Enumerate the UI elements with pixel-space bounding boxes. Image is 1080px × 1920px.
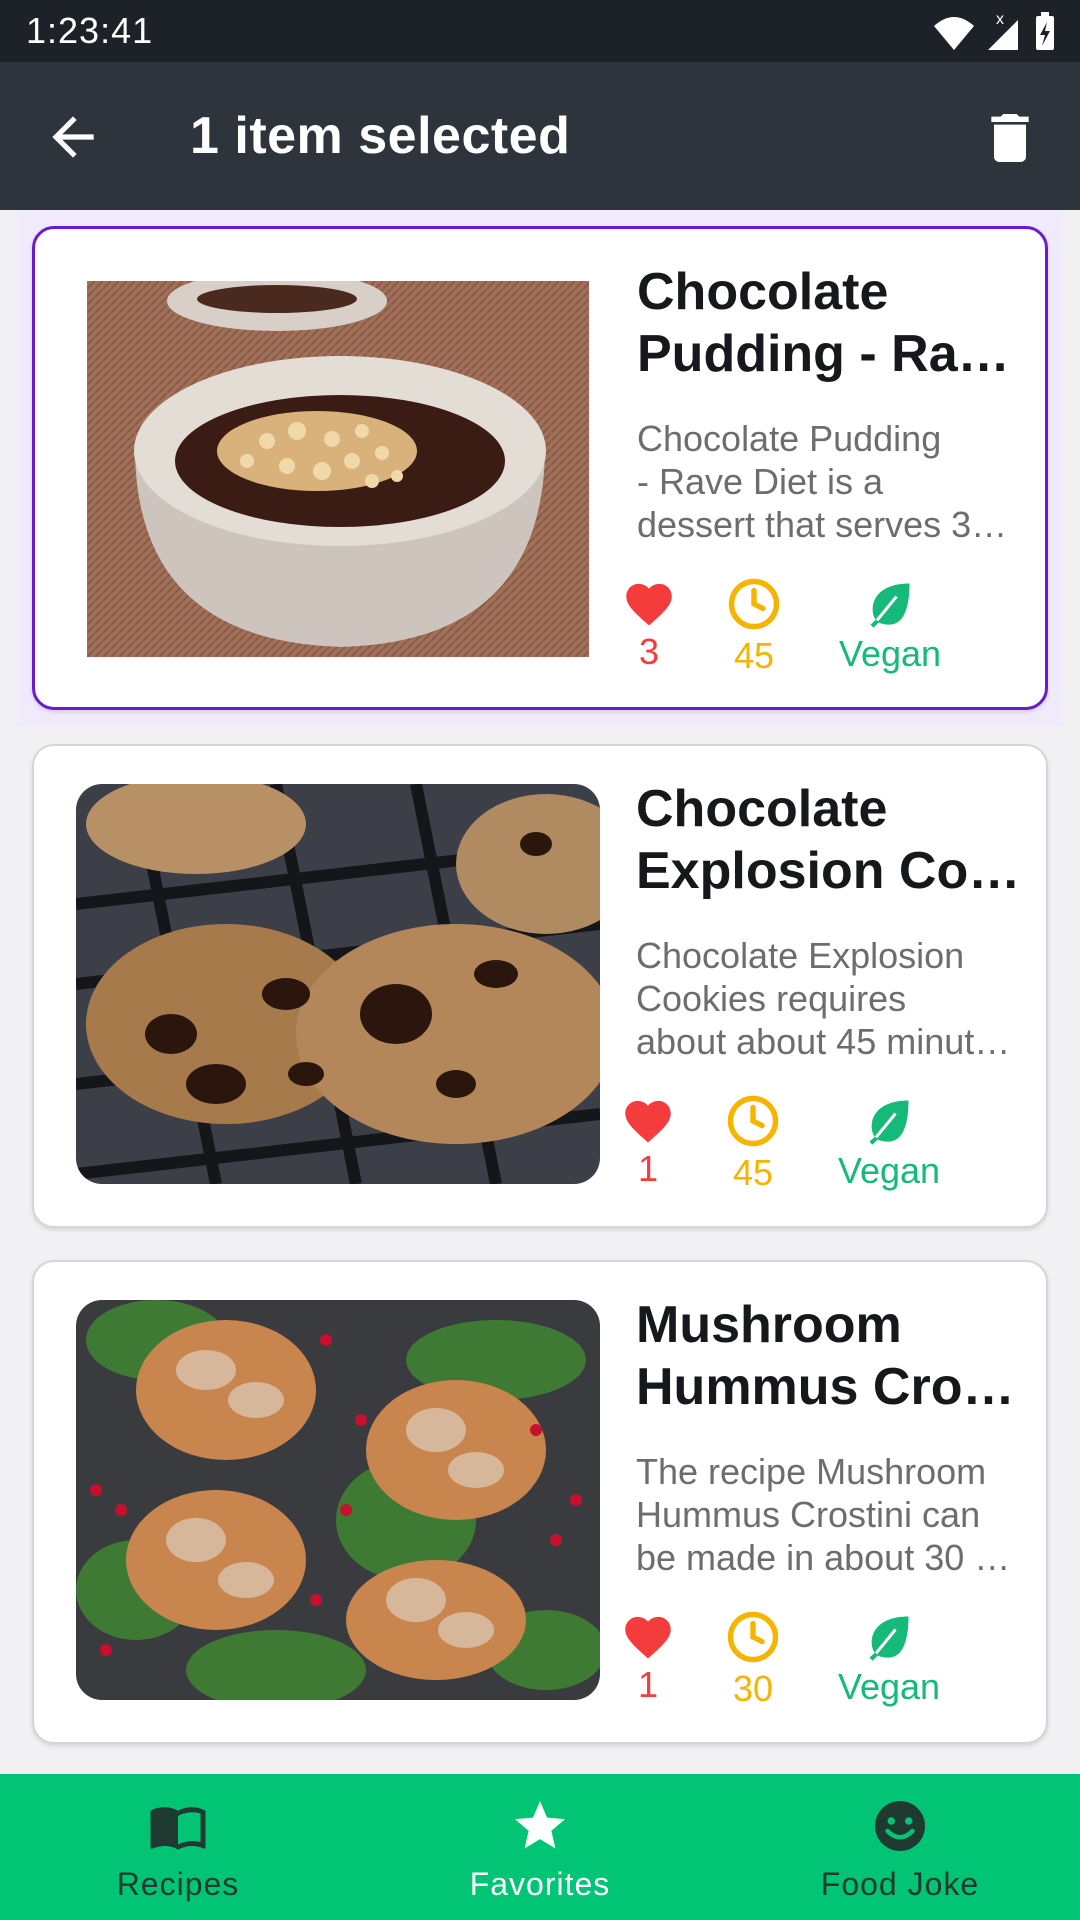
selection-count-title: 1 item selected <box>190 107 571 165</box>
diet-label: Vegan <box>838 633 942 674</box>
vegan-stat: Vegan <box>824 1610 954 1708</box>
recipe-title: Chocolate Explosion Co… <box>636 780 1021 900</box>
nav-label: Favorites <box>469 1866 611 1902</box>
book-icon <box>150 1807 206 1850</box>
time-stat: 45 <box>709 577 799 677</box>
minutes-count: 45 <box>732 1152 774 1193</box>
diet-label: Vegan <box>837 1666 941 1707</box>
status-icons: x <box>934 11 1054 50</box>
vegan-stat: Vegan <box>824 1094 954 1192</box>
recipe-image <box>76 784 600 1184</box>
nav-item-food-joke[interactable]: Food Joke <box>750 1774 1050 1920</box>
likes-stat: 1 <box>618 1094 678 1190</box>
recipe-title: Chocolate Pudding - Rav… <box>637 263 1037 383</box>
delete-icon[interactable] <box>978 106 1042 170</box>
minutes-count: 30 <box>732 1668 774 1709</box>
recipe-summary: Chocolate Explosion Cookies requires abo… <box>636 935 1011 1062</box>
recipe-image <box>76 1300 600 1700</box>
svg-text:x: x <box>996 11 1004 28</box>
battery-charging-icon <box>1036 12 1054 50</box>
bottom-navigation: Recipes Favorites Food Joke <box>0 1774 1080 1920</box>
clock-icon <box>727 1095 779 1147</box>
clock-icon <box>727 1611 779 1663</box>
nav-item-favorites[interactable]: Favorites <box>390 1774 690 1920</box>
recipe-title: Mushroom Hummus Cros… <box>636 1296 1036 1416</box>
recipe-image <box>87 281 589 657</box>
likes-count: 1 <box>637 1148 659 1189</box>
heart-icon <box>625 1616 671 1659</box>
diet-label: Vegan <box>837 1150 941 1191</box>
recipe-card-mushroom-hummus-crostini[interactable]: Mushroom Hummus Cros… The recipe Mushroo… <box>32 1260 1048 1744</box>
likes-stat: 1 <box>618 1610 678 1706</box>
smiley-icon <box>875 1801 925 1851</box>
leaf-icon <box>869 1100 909 1145</box>
wifi-icon <box>934 17 974 50</box>
status-bar: 1:23:41 x <box>0 0 1080 62</box>
likes-stat: 3 <box>619 577 679 673</box>
leaf-icon <box>870 583 910 628</box>
recipe-summary: Chocolate Pudding - Rave Diet is a desse… <box>637 418 1008 545</box>
back-arrow-icon[interactable] <box>42 106 104 168</box>
leaf-icon <box>869 1616 909 1661</box>
recipe-card-chocolate-explosion-cookies[interactable]: Chocolate Explosion Co… Chocolate Explos… <box>32 744 1048 1228</box>
favorites-list[interactable]: Chocolate Pudding - Rav… Chocolate Puddi… <box>0 210 1080 1774</box>
nav-item-recipes[interactable]: Recipes <box>28 1774 328 1920</box>
nav-label: Recipes <box>116 1866 240 1902</box>
time-stat: 30 <box>708 1610 798 1710</box>
recipe-card-chocolate-pudding[interactable]: Chocolate Pudding - Rav… Chocolate Puddi… <box>32 226 1048 710</box>
heart-icon <box>626 583 672 626</box>
likes-count: 1 <box>637 1664 659 1705</box>
star-icon <box>515 1801 565 1849</box>
cellular-signal-icon: x <box>988 11 1018 50</box>
contextual-action-bar: 1 item selected <box>0 62 1080 210</box>
nav-label: Food Joke <box>820 1866 980 1902</box>
heart-icon <box>625 1100 671 1143</box>
clock-icon <box>728 578 780 630</box>
likes-count: 3 <box>638 631 660 672</box>
minutes-count: 45 <box>733 635 775 676</box>
vegan-stat: Vegan <box>825 577 955 675</box>
recipe-summary: The recipe Mushroom Hummus Crostini can … <box>636 1451 1011 1578</box>
status-time: 1:23:41 <box>26 10 154 51</box>
time-stat: 45 <box>708 1094 798 1194</box>
